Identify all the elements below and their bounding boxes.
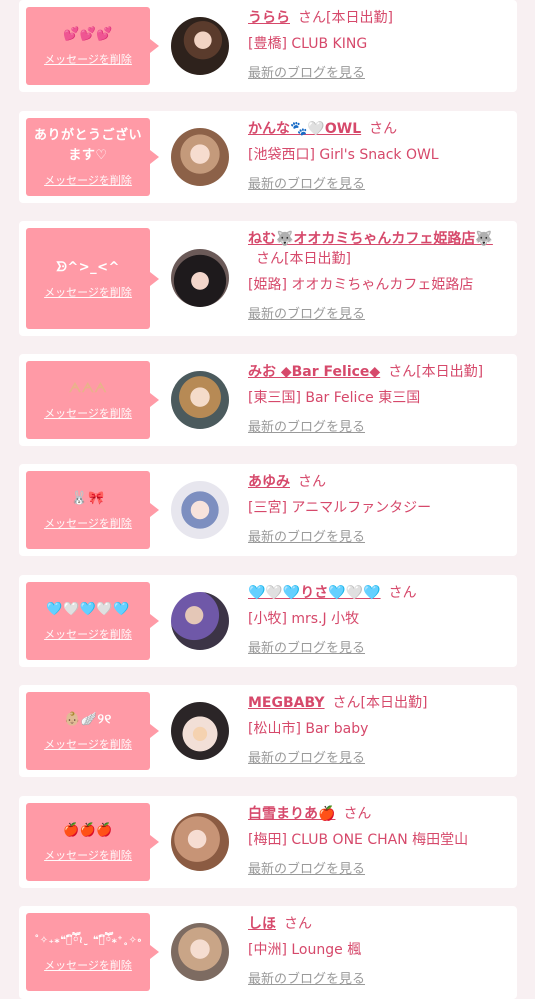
- latest-blog-link[interactable]: 最新のブログを見る: [248, 747, 365, 766]
- avatar[interactable]: [171, 923, 229, 981]
- message-bubble: 🩵🤍🩵🤍🩵 メッセージを削除: [26, 582, 159, 660]
- delete-message-link[interactable]: メッセージを削除: [44, 284, 132, 300]
- message-bubble: ᗅᗅᗅ メッセージを削除: [26, 361, 159, 439]
- message-card: ᗦ^>_<^ メッセージを削除 ねむ🐺オオカミちゃんカフェ姫路店🐺 さん[本日出勤…: [19, 221, 517, 336]
- profile-info: ねむ🐺オオカミちゃんカフェ姫路店🐺 さん[本日出勤] [姫路] オオカミちゃんカフ…: [248, 229, 510, 322]
- message-text: 🩵🤍🩵🤍🩵: [46, 602, 130, 617]
- message-bubble: 🍎🍎🍎 メッセージを削除: [26, 803, 159, 881]
- profile-info: MEGBABY さん[本日出勤] [松山市] Bar baby 最新のブログを見る: [248, 693, 510, 766]
- honorific-status: さん[本日出勤]: [256, 251, 351, 267]
- shop-info: [梅田] CLUB ONE CHAN 梅田堂山: [248, 832, 469, 848]
- shop-info: [東三国] Bar Felice 東三国: [248, 390, 421, 406]
- profile-info: かんな🐾🤍OWL さん [池袋西口] Girl's Snack OWL 最新のブロ…: [248, 119, 510, 192]
- shop-info: [池袋西口] Girl's Snack OWL: [248, 147, 439, 163]
- profile-info: うらら さん[本日出勤] [豊橋] CLUB KING 最新のブログを見る: [248, 8, 510, 81]
- honorific-status: さん[本日出勤]: [332, 695, 428, 711]
- avatar[interactable]: [171, 813, 229, 871]
- latest-blog-link[interactable]: 最新のブログを見る: [248, 303, 365, 322]
- cast-name-link[interactable]: 🩵🤍🩵りさ🩵🤍🩵: [248, 585, 381, 601]
- shop-info: [三宮] アニマルファンタジー: [248, 500, 432, 516]
- shop-info: [小牧] mrs.J 小牧: [248, 611, 360, 627]
- honorific-status: さん: [369, 121, 398, 137]
- cast-name-link[interactable]: MEGBABY: [248, 695, 325, 711]
- honorific-status: さん: [284, 916, 312, 932]
- message-card: 💕💕💕 メッセージを削除 うらら さん[本日出勤] [豊橋] CLUB KING …: [19, 0, 517, 92]
- cast-name-link[interactable]: うらら: [248, 10, 290, 26]
- message-text: 💕💕💕: [62, 27, 114, 42]
- delete-message-link[interactable]: メッセージを削除: [44, 847, 132, 863]
- message-bubble: 🐰🎀 メッセージを削除: [26, 471, 159, 549]
- profile-info: しほ さん [中洲] Lounge 楓 最新のブログを見る: [248, 914, 510, 987]
- message-text: ᗅᗅᗅ: [68, 381, 108, 396]
- delete-message-link[interactable]: メッセージを削除: [44, 736, 132, 752]
- message-card: ありがとうございます♡ メッセージを削除 かんな🐾🤍OWL さん [池袋西口] G…: [19, 111, 517, 203]
- latest-blog-link[interactable]: 最新のブログを見る: [248, 858, 365, 877]
- avatar[interactable]: [171, 17, 229, 75]
- shop-info: [豊橋] CLUB KING: [248, 36, 368, 52]
- message-bubble: ありがとうございます♡ メッセージを削除: [26, 118, 159, 196]
- message-card: ˚✧₊⁎❝᷀ົཽ≀ˍ̮ ❝᷀ົཽ⁎⁺˳✧༚ メッセージを削除 しほ さん [中洲]…: [19, 906, 517, 999]
- latest-blog-link[interactable]: 最新のブログを見る: [248, 526, 365, 545]
- honorific-status: さん[本日出勤]: [388, 364, 484, 380]
- latest-blog-link[interactable]: 最新のブログを見る: [248, 62, 365, 81]
- avatar[interactable]: [171, 128, 229, 186]
- avatar[interactable]: [171, 371, 229, 429]
- shop-info: [中洲] Lounge 楓: [248, 942, 362, 958]
- message-list: 💕💕💕 メッセージを削除 うらら さん[本日出勤] [豊橋] CLUB KING …: [0, 0, 535, 999]
- cast-name-link[interactable]: かんな🐾🤍OWL: [248, 121, 361, 137]
- message-text: ᗦ^>_<^: [56, 259, 120, 275]
- message-card: 🍎🍎🍎 メッセージを削除 白雪まりあ🍎 さん [梅田] CLUB ONE CHAN…: [19, 796, 517, 888]
- message-text: ありがとうございます♡: [33, 128, 142, 163]
- message-bubble: ᗦ^>_<^ メッセージを削除: [26, 228, 159, 329]
- latest-blog-link[interactable]: 最新のブログを見る: [248, 416, 365, 435]
- cast-name-link[interactable]: しほ: [248, 916, 276, 932]
- avatar[interactable]: [171, 702, 229, 760]
- message-text: 👶🏼🪽୨୧: [64, 712, 112, 727]
- profile-info: あゆみ さん [三宮] アニマルファンタジー 最新のブログを見る: [248, 472, 510, 545]
- shop-info: [姫路] オオカミちゃんカフェ姫路店: [248, 277, 474, 293]
- message-bubble: ˚✧₊⁎❝᷀ົཽ≀ˍ̮ ❝᷀ົཽ⁎⁺˳✧༚ メッセージを削除: [26, 913, 159, 991]
- delete-message-link[interactable]: メッセージを削除: [44, 957, 132, 973]
- delete-message-link[interactable]: メッセージを削除: [44, 51, 132, 67]
- latest-blog-link[interactable]: 最新のブログを見る: [248, 637, 365, 656]
- honorific-status: さん: [388, 585, 417, 601]
- honorific-status: さん: [343, 806, 372, 822]
- latest-blog-link[interactable]: 最新のブログを見る: [248, 173, 365, 192]
- avatar[interactable]: [171, 481, 229, 539]
- message-bubble: 👶🏼🪽୨୧ メッセージを削除: [26, 692, 159, 770]
- delete-message-link[interactable]: メッセージを削除: [44, 515, 132, 531]
- delete-message-link[interactable]: メッセージを削除: [44, 172, 132, 188]
- avatar[interactable]: [171, 592, 229, 650]
- shop-info: [松山市] Bar baby: [248, 721, 369, 737]
- message-card: ᗅᗅᗅ メッセージを削除 みお ◆Bar Felice◆ さん[本日出勤] [東三…: [19, 354, 517, 446]
- delete-message-link[interactable]: メッセージを削除: [44, 405, 132, 421]
- profile-info: みお ◆Bar Felice◆ さん[本日出勤] [東三国] Bar Felice…: [248, 362, 510, 435]
- cast-name-link[interactable]: あゆみ: [248, 474, 290, 490]
- cast-name-link[interactable]: 白雪まりあ🍎: [248, 806, 335, 822]
- cast-name-link[interactable]: ねむ🐺オオカミちゃんカフェ姫路店🐺: [248, 231, 493, 247]
- latest-blog-link[interactable]: 最新のブログを見る: [248, 968, 365, 987]
- honorific-status: さん[本日出勤]: [298, 10, 393, 26]
- message-card: 👶🏼🪽୨୧ メッセージを削除 MEGBABY さん[本日出勤] [松山市] Bar…: [19, 685, 517, 777]
- profile-info: 白雪まりあ🍎 さん [梅田] CLUB ONE CHAN 梅田堂山 最新のブログを…: [248, 804, 510, 877]
- message-card: 🐰🎀 メッセージを削除 あゆみ さん [三宮] アニマルファンタジー 最新のブログ…: [19, 464, 517, 556]
- honorific-status: さん: [298, 474, 326, 490]
- message-text: 🐰🎀: [71, 491, 105, 506]
- message-bubble: 💕💕💕 メッセージを削除: [26, 7, 159, 85]
- delete-message-link[interactable]: メッセージを削除: [44, 626, 132, 642]
- profile-info: 🩵🤍🩵りさ🩵🤍🩵 さん [小牧] mrs.J 小牧 最新のブログを見る: [248, 583, 510, 656]
- avatar[interactable]: [171, 249, 229, 307]
- message-text: ˚✧₊⁎❝᷀ົཽ≀ˍ̮ ❝᷀ົཽ⁎⁺˳✧༚: [34, 935, 142, 946]
- message-card: 🩵🤍🩵🤍🩵 メッセージを削除 🩵🤍🩵りさ🩵🤍🩵 さん [小牧] mrs.J 小牧 …: [19, 575, 517, 667]
- cast-name-link[interactable]: みお ◆Bar Felice◆: [248, 364, 380, 380]
- message-text: 🍎🍎🍎: [62, 823, 114, 838]
